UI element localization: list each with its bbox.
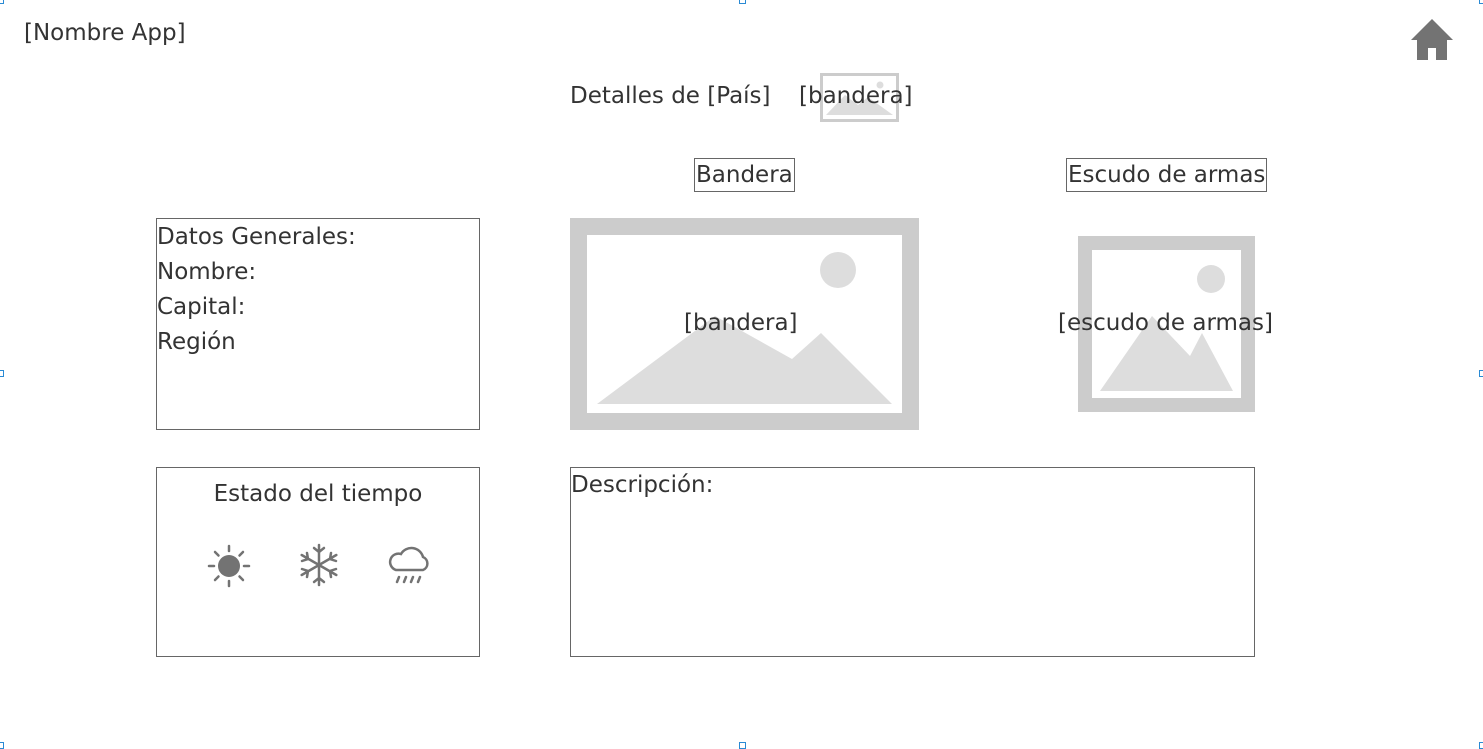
resize-handle[interactable] — [0, 370, 4, 377]
snowflake-icon[interactable] — [297, 543, 341, 587]
home-icon[interactable] — [1410, 18, 1454, 62]
name-field-label: Nombre: — [157, 259, 257, 285]
capital-field-label: Capital: — [157, 294, 246, 320]
resize-handle[interactable] — [1479, 370, 1483, 377]
rain-cloud-icon[interactable] — [386, 544, 432, 588]
flag-label: Bandera — [694, 158, 795, 192]
general-data-panel: Datos Generales: Nombre: Capital: Región — [156, 218, 480, 430]
general-heading: Datos Generales: — [157, 224, 356, 250]
weather-panel: Estado del tiempo — [156, 467, 480, 657]
resize-handle[interactable] — [1479, 742, 1483, 749]
header-flag-text: [bandera] — [799, 83, 913, 109]
coat-image-text: [escudo de armas] — [1058, 310, 1273, 336]
description-label: Descripción: — [571, 472, 714, 498]
resize-handle[interactable] — [0, 742, 4, 749]
page-title: Detalles de [País] — [570, 83, 771, 109]
app-name: [Nombre App] — [24, 20, 186, 46]
resize-handle[interactable] — [1479, 0, 1483, 4]
description-panel: Descripción: — [570, 467, 1255, 657]
region-field-label: Región — [157, 329, 236, 355]
sun-icon[interactable] — [207, 544, 251, 588]
coat-label: Escudo de armas — [1066, 158, 1268, 192]
weather-title: Estado del tiempo — [213, 481, 423, 507]
resize-handle[interactable] — [739, 0, 746, 4]
flag-image-text: [bandera] — [684, 310, 798, 336]
resize-handle[interactable] — [0, 0, 4, 4]
resize-handle[interactable] — [739, 742, 746, 749]
